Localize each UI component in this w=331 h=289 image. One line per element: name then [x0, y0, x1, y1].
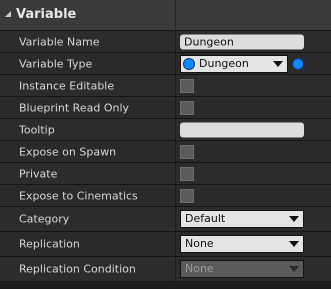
blueprint-read-only-label: Blueprint Read Only: [19, 101, 130, 114]
instance-editable-checkbox[interactable]: [180, 78, 194, 93]
private-checkbox[interactable]: [180, 166, 194, 181]
row-variable-type: Variable Type Dungeon: [0, 53, 331, 75]
chevron-down-icon: [285, 211, 303, 227]
replication-dropdown[interactable]: None: [180, 235, 304, 253]
replication-value: None: [185, 237, 214, 250]
panel-footer-space: [0, 284, 331, 289]
variable-name-label: Variable Name: [19, 35, 100, 48]
blueprint-read-only-checkbox[interactable]: [180, 100, 194, 115]
variable-type-label: Variable Type: [19, 57, 93, 70]
chevron-down-icon: [285, 236, 303, 252]
chevron-down-icon: [285, 261, 303, 277]
expanded-triangle-icon[interactable]: [5, 11, 11, 17]
row-tooltip: Tooltip: [0, 119, 331, 141]
chevron-down-icon: [269, 56, 287, 72]
expose-to-cinematics-label: Expose to Cinematics: [19, 189, 138, 202]
instance-editable-label: Instance Editable: [19, 79, 115, 92]
expose-on-spawn-checkbox[interactable]: [180, 144, 194, 159]
row-replication: Replication None: [0, 232, 331, 257]
category-label: Category: [19, 212, 70, 226]
row-blueprint-read-only: Blueprint Read Only: [0, 97, 331, 119]
details-panel: Variable Variable Name Dungeon Variable …: [0, 0, 331, 289]
replication-condition-value: None: [185, 262, 214, 275]
row-private: Private: [0, 163, 331, 185]
variable-name-input[interactable]: Dungeon: [180, 34, 304, 49]
replication-label: Replication: [19, 237, 80, 251]
expose-on-spawn-label: Expose on Spawn: [19, 145, 117, 158]
private-label: Private: [19, 167, 58, 180]
category-dropdown[interactable]: Default: [180, 210, 304, 228]
header-divider: [175, 0, 176, 31]
row-instance-editable: Instance Editable: [0, 75, 331, 97]
row-expose-on-spawn: Expose on Spawn: [0, 141, 331, 163]
replication-condition-label: Replication Condition: [19, 262, 136, 276]
tooltip-input[interactable]: [180, 122, 304, 137]
variable-section-header[interactable]: Variable: [0, 0, 331, 31]
expose-to-cinematics-checkbox[interactable]: [180, 188, 194, 203]
category-value: Default: [185, 212, 226, 225]
variable-type-value: Dungeon: [199, 56, 249, 70]
container-type-pin-icon[interactable]: [292, 57, 304, 70]
object-pin-icon: [183, 57, 195, 70]
section-title: Variable: [16, 7, 77, 22]
variable-type-dropdown[interactable]: Dungeon: [180, 54, 288, 73]
row-category: Category Default: [0, 207, 331, 232]
tooltip-label: Tooltip: [19, 123, 55, 136]
row-replication-condition: Replication Condition None: [0, 257, 331, 282]
row-expose-to-cinematics: Expose to Cinematics: [0, 185, 331, 207]
property-rows: Variable Name Dungeon Variable Type Dung…: [0, 31, 331, 282]
row-variable-name: Variable Name Dungeon: [0, 31, 331, 53]
replication-condition-dropdown: None: [180, 260, 304, 278]
